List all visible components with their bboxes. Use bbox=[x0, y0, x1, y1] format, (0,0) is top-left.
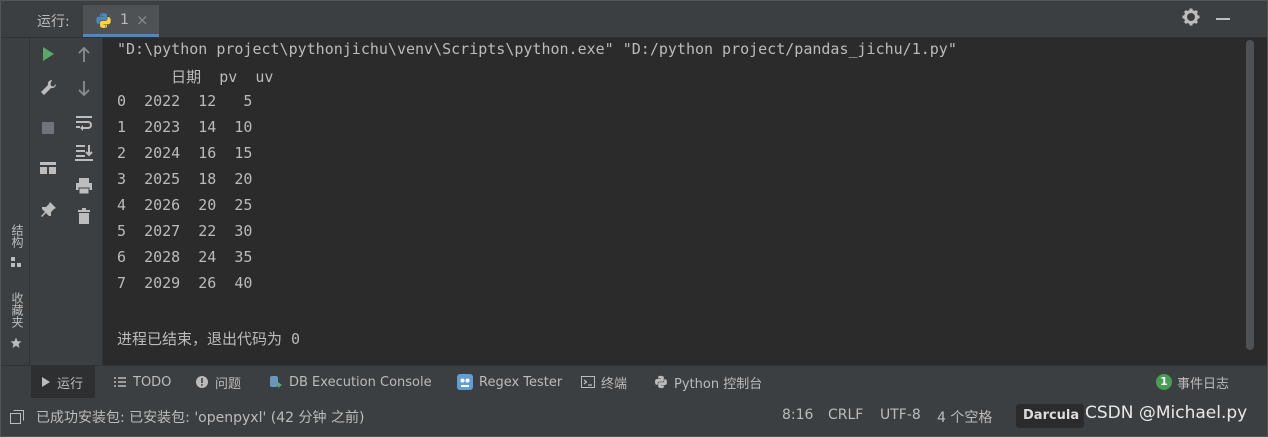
python-console-icon bbox=[655, 375, 667, 389]
file-encoding[interactable]: UTF-8 bbox=[880, 407, 921, 423]
tab-run[interactable]: 运行 bbox=[31, 366, 95, 398]
console-line: 日期 pv uv bbox=[117, 68, 274, 86]
minimize-icon[interactable] bbox=[1216, 18, 1230, 20]
ide-run-window: 运行: 1 × 结构 收藏夹 "D:\python project\python… bbox=[0, 0, 1268, 437]
run-tool-window-header: 运行: 1 × bbox=[1, 1, 1267, 38]
tab-regex-label: Regex Tester bbox=[479, 374, 563, 390]
structure-icon bbox=[11, 257, 21, 267]
star-icon bbox=[10, 337, 22, 348]
trash-icon[interactable] bbox=[74, 206, 94, 226]
stop-icon[interactable] bbox=[38, 118, 58, 138]
tab-terminal[interactable]: 终端 bbox=[581, 366, 627, 398]
console-line: 1 2023 14 10 bbox=[117, 118, 253, 136]
console-line: 4 2026 20 25 bbox=[117, 196, 253, 214]
watermark: CSDN @Michael.py bbox=[1085, 403, 1248, 423]
terminal-icon bbox=[581, 376, 595, 388]
info-icon bbox=[196, 376, 208, 388]
favorites-tab[interactable]: 收藏夹 bbox=[9, 292, 26, 328]
print-icon[interactable] bbox=[74, 176, 94, 196]
arrow-down-icon[interactable] bbox=[74, 78, 94, 98]
toggle-tool-windows-icon[interactable] bbox=[10, 410, 24, 424]
console-line: 进程已结束，退出代码为 0 bbox=[117, 330, 301, 348]
status-bar: 已成功安装包: 已安装包: 'openpyxl' (42 分钟 之前) 8:16… bbox=[1, 398, 1267, 436]
tab-todo[interactable]: TODO bbox=[113, 366, 171, 398]
pin-icon[interactable] bbox=[38, 200, 58, 220]
console-line: 6 2028 24 35 bbox=[117, 248, 253, 266]
tab-label: 1 bbox=[120, 12, 129, 28]
db-console-icon bbox=[270, 376, 282, 388]
close-icon[interactable]: × bbox=[136, 11, 149, 29]
console-line: 2 2024 16 15 bbox=[117, 144, 253, 162]
scroll-to-end-icon[interactable] bbox=[74, 142, 94, 162]
arrow-up-icon[interactable] bbox=[74, 45, 94, 65]
left-side-strip: 结构 收藏夹 bbox=[1, 38, 30, 365]
console-scrollbar[interactable] bbox=[1239, 38, 1267, 365]
console-line: 5 2027 22 30 bbox=[117, 222, 253, 240]
structure-tab[interactable]: 结构 bbox=[9, 224, 26, 248]
run-toolbar-primary bbox=[30, 38, 66, 365]
gear-icon[interactable] bbox=[1182, 8, 1200, 26]
soft-wrap-icon[interactable] bbox=[74, 112, 94, 132]
tab-run-label: 运行 bbox=[57, 376, 84, 392]
tab-python-console[interactable]: Python 控制台 bbox=[654, 366, 762, 398]
rerun-icon[interactable] bbox=[38, 44, 58, 64]
caret-position[interactable]: 8:16 bbox=[782, 407, 813, 423]
theme-label: Darcula bbox=[1023, 408, 1080, 423]
wrench-icon[interactable] bbox=[38, 78, 58, 98]
scrollbar-thumb[interactable] bbox=[1246, 40, 1254, 350]
run-toolbar-secondary bbox=[66, 38, 103, 365]
run-icon bbox=[42, 377, 50, 387]
tab-terminal-label: 终端 bbox=[601, 376, 628, 392]
tab-event-log-label: 事件日志 bbox=[1177, 376, 1230, 392]
tab-python-console-label: Python 控制台 bbox=[674, 376, 763, 392]
tab-db-console-label: DB Execution Console bbox=[289, 374, 432, 390]
python-icon bbox=[96, 13, 111, 28]
console-line: "D:\python project\pythonjichu\venv\Scri… bbox=[117, 40, 957, 58]
list-icon bbox=[114, 377, 126, 387]
layout-icon[interactable] bbox=[38, 158, 58, 178]
console-output[interactable]: "D:\python project\pythonjichu\venv\Scri… bbox=[103, 38, 1239, 365]
theme-badge[interactable]: Darcula bbox=[1016, 404, 1084, 428]
tab-regex-tester[interactable]: Regex Tester bbox=[457, 366, 562, 398]
console-line: 3 2025 18 20 bbox=[117, 170, 253, 188]
tab-event-log[interactable]: 1 事件日志 bbox=[1156, 366, 1229, 398]
console-line: 0 2022 12 5 bbox=[117, 92, 253, 110]
tab-db-execution-console[interactable]: DB Execution Console bbox=[269, 366, 432, 398]
indent-setting[interactable]: 4 个空格 bbox=[937, 407, 992, 427]
run-label: 运行: bbox=[37, 14, 70, 30]
tab-problems-label: 问题 bbox=[215, 376, 242, 392]
status-message[interactable]: 已成功安装包: 已安装包: 'openpyxl' (42 分钟 之前) bbox=[36, 407, 364, 427]
tab-run-config-1[interactable]: 1 × bbox=[83, 5, 159, 37]
line-separator[interactable]: CRLF bbox=[828, 407, 863, 423]
tool-window-tabs: 运行 TODO 问题 DB Execution Console Regex Te… bbox=[1, 365, 1267, 399]
tab-todo-label: TODO bbox=[133, 374, 172, 390]
regex-icon bbox=[457, 374, 473, 390]
console-line: 7 2029 26 40 bbox=[117, 274, 253, 292]
tab-problems[interactable]: 问题 bbox=[195, 366, 241, 398]
event-count-badge: 1 bbox=[1156, 374, 1172, 390]
